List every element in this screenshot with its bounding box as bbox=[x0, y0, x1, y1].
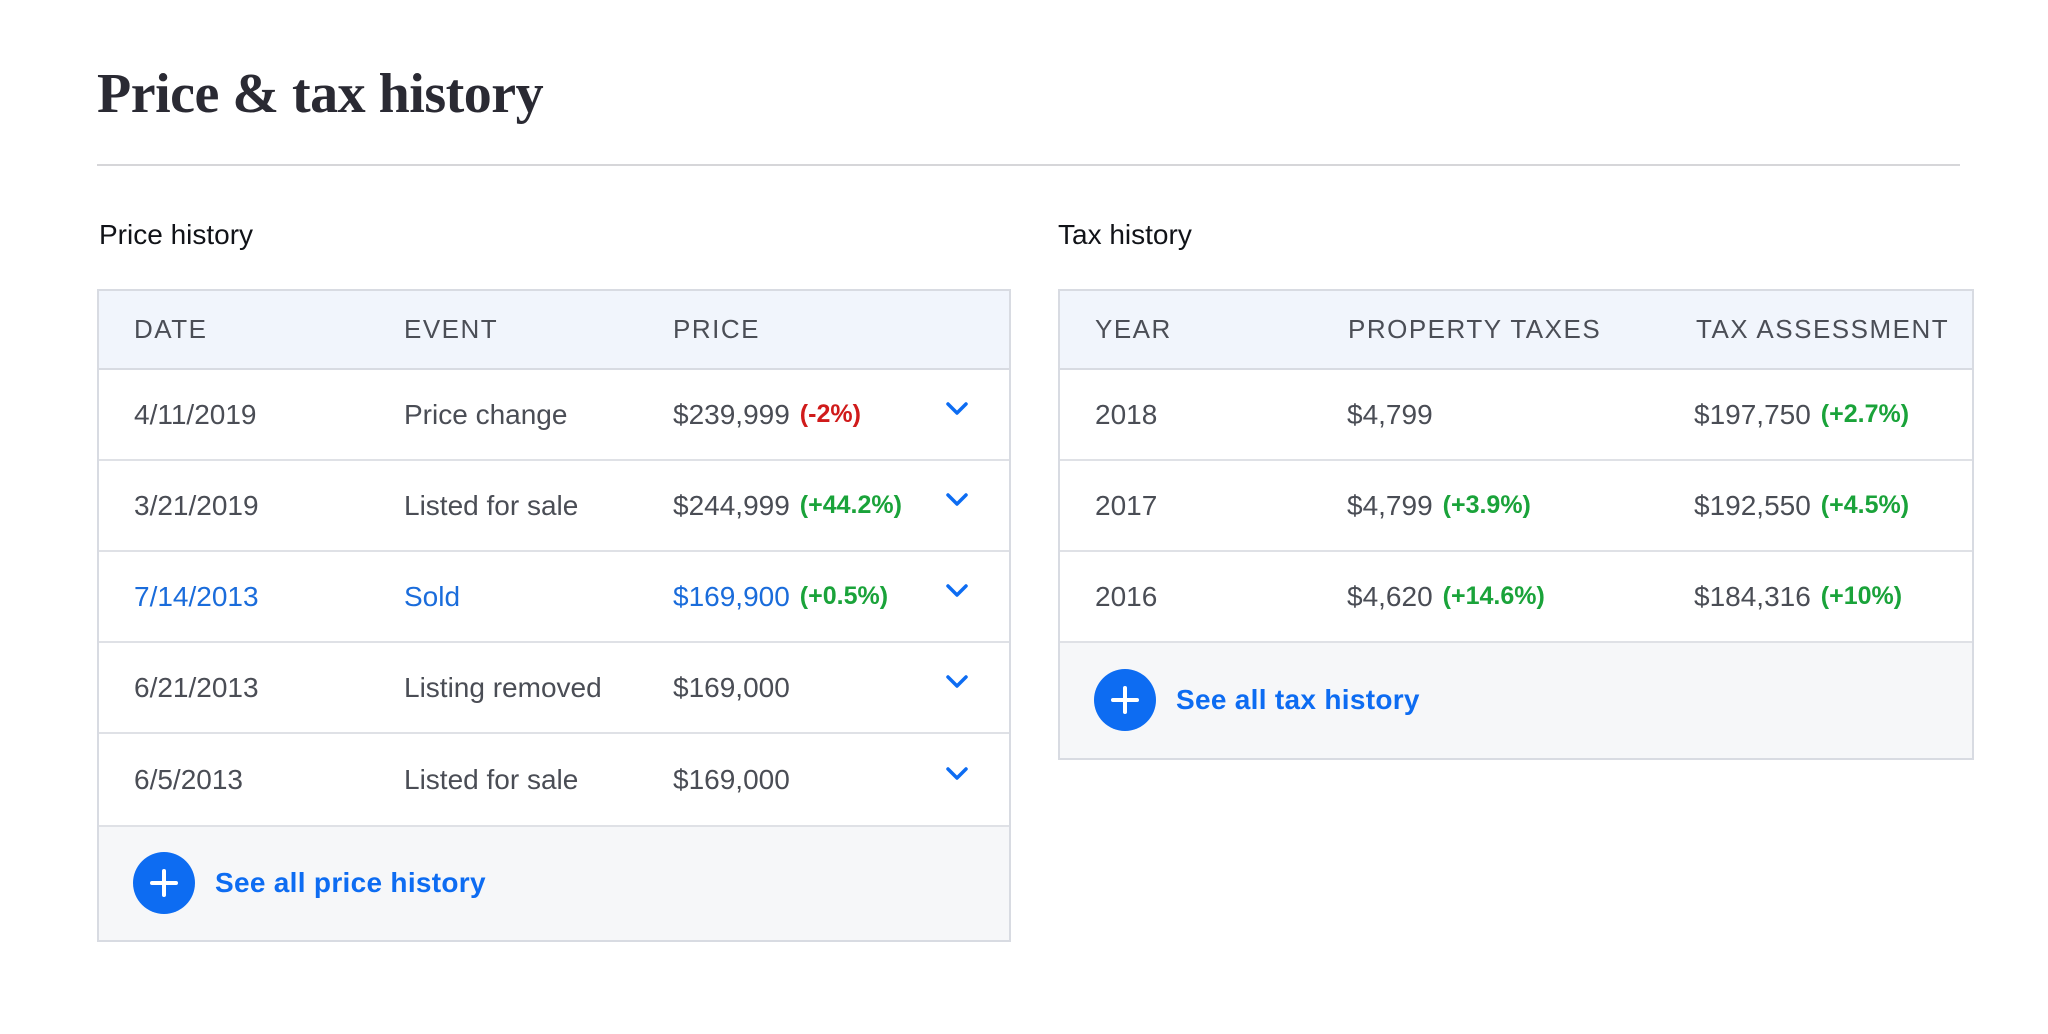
tax-assessment-cell: $184,316 (+10%) bbox=[1694, 552, 1902, 641]
row-tax-assessment: $197,750 bbox=[1694, 398, 1811, 430]
column-header-date: DATE bbox=[134, 314, 208, 344]
row-price: $239,999 bbox=[673, 398, 790, 430]
date-cell: 7/14/2013 bbox=[134, 552, 259, 641]
chevron-down-icon[interactable] bbox=[946, 492, 968, 507]
assessment-change-badge: (+4.5%) bbox=[1820, 491, 1910, 519]
price-change-badge: (+0.5%) bbox=[799, 582, 889, 610]
price-history-rows: 4/11/2019 Price change $239,999 (-2%) 3/21/2… bbox=[99, 370, 1009, 827]
row-date: 6/5/2013 bbox=[134, 763, 243, 795]
column-header-property-taxes: PROPERTY TAXES bbox=[1348, 314, 1602, 344]
date-cell: 6/21/2013 bbox=[134, 643, 259, 732]
column-header-price: PRICE bbox=[673, 314, 760, 344]
title-divider bbox=[97, 164, 1960, 166]
date-cell: 6/5/2013 bbox=[134, 734, 243, 825]
see-all-price-history-label: See all price history bbox=[215, 867, 486, 898]
property-taxes-cell: $4,799 bbox=[1347, 370, 1433, 459]
row-tax-assessment: $192,550 bbox=[1694, 489, 1811, 521]
row-price: $169,000 bbox=[673, 671, 790, 703]
row-property-taxes: $4,620 bbox=[1347, 580, 1433, 612]
tax-history-table: YEAR PROPERTY TAXES TAX ASSESSMENT 2018 $… bbox=[1058, 289, 1974, 760]
table-row: 2017 $4,799 (+3.9%) $192,550 (+4.5%) bbox=[1060, 461, 1972, 552]
date-cell: 3/21/2019 bbox=[134, 461, 259, 550]
price-history-title: Price history bbox=[99, 219, 254, 250]
plus-circle-icon bbox=[1094, 669, 1156, 731]
column-header-year: YEAR bbox=[1095, 314, 1172, 344]
price-history-footer: See all price history bbox=[99, 827, 1009, 940]
row-event: Sold bbox=[404, 580, 461, 612]
column-header-tax-assessment: TAX ASSESSMENT bbox=[1696, 314, 1950, 344]
table-row: 2018 $4,799 $197,750 (+2.7%) bbox=[1060, 370, 1972, 461]
year-cell: 2017 bbox=[1095, 461, 1157, 550]
chevron-down-icon[interactable] bbox=[946, 401, 968, 416]
event-cell: Listed for sale bbox=[404, 461, 578, 550]
row-year: 2017 bbox=[1095, 489, 1158, 521]
price-cell: $244,999 (+44.2%) bbox=[673, 461, 902, 550]
event-cell: Price change bbox=[404, 370, 567, 459]
row-date: 7/14/2013 bbox=[134, 580, 259, 612]
row-event: Listing removed bbox=[404, 671, 602, 703]
price-history-table: DATE EVENT PRICE 4/11/2019 Price change $2… bbox=[97, 289, 1011, 942]
assessment-change-badge: (+10%) bbox=[1820, 582, 1903, 610]
see-all-tax-history-label: See all tax history bbox=[1176, 684, 1420, 715]
property-taxes-cell: $4,620 (+14.6%) bbox=[1347, 552, 1545, 641]
tax-assessment-cell: $192,550 (+4.5%) bbox=[1694, 461, 1909, 550]
table-row[interactable]: 3/21/2019 Listed for sale $244,999 (+44.2%) bbox=[99, 461, 1009, 552]
row-property-taxes: $4,799 bbox=[1347, 398, 1433, 430]
column-header-event: EVENT bbox=[404, 314, 499, 344]
row-event: Price change bbox=[404, 398, 568, 430]
event-cell: Listing removed bbox=[404, 643, 602, 732]
price-history-header: DATE EVENT PRICE bbox=[99, 291, 1009, 370]
tax-history-title: Tax history bbox=[1058, 219, 1192, 250]
row-date: 4/11/2019 bbox=[134, 398, 257, 430]
table-row[interactable]: 7/14/2013 Sold $169,900 (+0.5%) bbox=[99, 552, 1009, 643]
price-change-badge: (+44.2%) bbox=[799, 491, 902, 519]
assessment-change-badge: (+2.7%) bbox=[1820, 400, 1910, 428]
row-tax-assessment: $184,316 bbox=[1694, 580, 1811, 612]
see-all-tax-history-button[interactable]: See all tax history bbox=[1094, 669, 1420, 731]
chevron-down-icon[interactable] bbox=[946, 583, 968, 598]
price-cell: $169,900 (+0.5%) bbox=[673, 552, 888, 641]
price-cell: $239,999 (-2%) bbox=[673, 370, 861, 459]
tax-assessment-cell: $197,750 (+2.7%) bbox=[1694, 370, 1909, 459]
table-row[interactable]: 4/11/2019 Price change $239,999 (-2%) bbox=[99, 370, 1009, 461]
table-row: 2016 $4,620 (+14.6%) $184,316 (+10%) bbox=[1060, 552, 1972, 643]
price-cell: $169,000 bbox=[673, 643, 790, 732]
chevron-down-icon[interactable] bbox=[946, 766, 968, 781]
chevron-down-icon[interactable] bbox=[946, 674, 968, 689]
row-date: 6/21/2013 bbox=[134, 671, 259, 703]
tax-history-footer: See all tax history bbox=[1060, 643, 1972, 758]
tax-history-rows: 2018 $4,799 $197,750 (+2.7%) 2017 $4,799 (+3.9… bbox=[1060, 370, 1972, 643]
row-price: $244,999 bbox=[673, 489, 790, 521]
see-all-price-history-button[interactable]: See all price history bbox=[133, 852, 486, 914]
year-cell: 2018 bbox=[1095, 370, 1157, 459]
price-change-badge: (-2%) bbox=[799, 400, 861, 428]
date-cell: 4/11/2019 bbox=[134, 370, 257, 459]
event-cell: Sold bbox=[404, 552, 460, 641]
row-price: $169,900 bbox=[673, 580, 790, 612]
event-cell: Listed for sale bbox=[404, 734, 578, 825]
row-event: Listed for sale bbox=[404, 489, 579, 521]
taxes-change-badge: (+3.9%) bbox=[1442, 491, 1531, 519]
property-taxes-cell: $4,799 (+3.9%) bbox=[1347, 461, 1531, 550]
page-title: Price & tax history bbox=[97, 63, 544, 125]
row-year: 2018 bbox=[1095, 398, 1158, 430]
table-row[interactable]: 6/21/2013 Listing removed $169,000 bbox=[99, 643, 1009, 734]
tax-history-header: YEAR PROPERTY TAXES TAX ASSESSMENT bbox=[1060, 291, 1972, 370]
price-cell: $169,000 bbox=[673, 734, 790, 825]
year-cell: 2016 bbox=[1095, 552, 1157, 641]
row-price: $169,000 bbox=[673, 763, 790, 795]
row-event: Listed for sale bbox=[404, 763, 579, 795]
row-property-taxes: $4,799 bbox=[1347, 489, 1433, 521]
table-row[interactable]: 6/5/2013 Listed for sale $169,000 bbox=[99, 734, 1009, 827]
taxes-change-badge: (+14.6%) bbox=[1442, 582, 1545, 610]
row-date: 3/21/2019 bbox=[134, 489, 259, 521]
plus-circle-icon bbox=[133, 852, 195, 914]
row-year: 2016 bbox=[1095, 580, 1158, 612]
